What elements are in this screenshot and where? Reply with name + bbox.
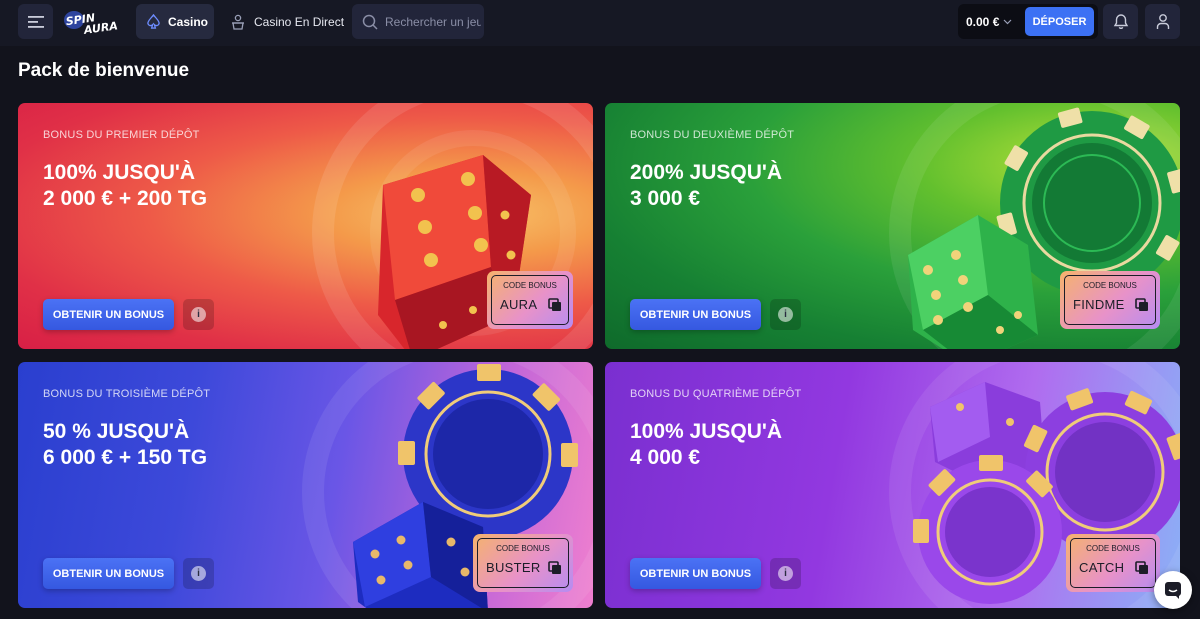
info-icon: i <box>191 307 206 322</box>
top-header: SPIN AURA Casino Casino En Direct 0.00 € <box>0 0 1200 46</box>
headline-line-1: 50 % JUSQU'À <box>43 420 190 443</box>
bonus-code-label: CODE BONUS <box>496 544 550 553</box>
info-icon: i <box>778 307 793 322</box>
copy-icon[interactable] <box>1135 561 1149 575</box>
bonus-code-box[interactable]: CODE BONUS AURA <box>487 271 573 329</box>
chat-icon <box>1165 582 1181 599</box>
wallet: 0.00 € DÉPOSER <box>958 4 1098 39</box>
notifications-button[interactable] <box>1103 4 1138 39</box>
live-dealer-icon <box>232 14 244 30</box>
headline-line-2: 2 000 € + 200 TG <box>43 187 208 210</box>
live-chat-button[interactable] <box>1154 571 1192 609</box>
bonus-code: FINDME <box>1073 297 1125 312</box>
balance-dropdown[interactable]: 0.00 € <box>966 4 1012 39</box>
bonus-code-label: CODE BONUS <box>1083 281 1137 290</box>
bonus-card-1: BONUS DU PREMIER DÉPÔT 100% JUSQU'À 2 00… <box>18 103 593 349</box>
bonus-card-2: BONUS DU DEUXIÈME DÉPÔT 200% JUSQU'À 3 0… <box>605 103 1180 349</box>
profile-button[interactable] <box>1145 4 1180 39</box>
info-button[interactable]: i <box>770 558 801 589</box>
casino-spade-icon <box>147 14 160 29</box>
card-headline: 50 % JUSQU'À 6 000 € + 150 TG <box>43 419 207 471</box>
card-headline: 200% JUSQU'À 3 000 € <box>630 160 782 212</box>
info-icon: i <box>191 566 206 581</box>
copy-icon[interactable] <box>1135 298 1149 312</box>
page-title: Pack de bienvenue <box>18 60 190 81</box>
info-button[interactable]: i <box>183 558 214 589</box>
headline-line-2: 4 000 € <box>630 446 701 469</box>
card-headline: 100% JUSQU'À 4 000 € <box>630 419 782 471</box>
copy-icon[interactable] <box>548 298 562 312</box>
user-icon <box>1156 14 1169 29</box>
get-bonus-button[interactable]: OBTENIR UN BONUS <box>43 299 174 330</box>
deposit-button[interactable]: DÉPOSER <box>1025 7 1094 36</box>
site-logo[interactable]: SPIN AURA <box>62 9 120 37</box>
search-icon <box>362 14 378 30</box>
get-bonus-button[interactable]: OBTENIR UN BONUS <box>630 558 761 589</box>
copy-icon[interactable] <box>548 561 562 575</box>
balance-value: 0.00 € <box>966 14 1000 29</box>
bonus-code: CATCH <box>1079 560 1125 575</box>
info-button[interactable]: i <box>183 299 214 330</box>
search-box[interactable] <box>352 4 484 39</box>
search-input[interactable] <box>385 14 481 29</box>
headline-line-1: 200% JUSQU'À <box>630 161 783 184</box>
menu-button[interactable] <box>18 4 53 39</box>
info-icon: i <box>778 566 793 581</box>
nav-casino-label: Casino <box>168 14 209 29</box>
card-label: BONUS DU DEUXIÈME DÉPÔT <box>630 129 795 141</box>
nav-casino[interactable]: Casino <box>136 4 214 39</box>
card-label: BONUS DU PREMIER DÉPÔT <box>43 129 200 141</box>
headline-line-1: 100% JUSQU'À <box>43 161 196 184</box>
nav-live-label: Casino En Direct <box>254 14 345 29</box>
headline-line-1: 100% JUSQU'À <box>630 420 783 443</box>
bonus-code-box[interactable]: CODE BONUS CATCH <box>1066 534 1160 592</box>
bonus-code-box[interactable]: CODE BONUS FINDME <box>1060 271 1160 329</box>
bonus-card-3: BONUS DU TROISIÈME DÉPÔT 50 % JUSQU'À 6 … <box>18 362 593 608</box>
bonus-code: AURA <box>500 297 538 312</box>
get-bonus-button[interactable]: OBTENIR UN BONUS <box>43 558 174 589</box>
headline-line-2: 6 000 € + 150 TG <box>43 446 208 469</box>
bonus-card-4: BONUS DU QUATRIÈME DÉPÔT 100% JUSQU'À 4 … <box>605 362 1180 608</box>
bonus-code-label: CODE BONUS <box>1086 544 1140 553</box>
get-bonus-button[interactable]: OBTENIR UN BONUS <box>630 299 761 330</box>
card-label: BONUS DU QUATRIÈME DÉPÔT <box>630 388 802 400</box>
headline-line-2: 3 000 € <box>630 187 701 210</box>
bonus-code-label: CODE BONUS <box>503 281 557 290</box>
card-headline: 100% JUSQU'À 2 000 € + 200 TG <box>43 160 207 212</box>
bell-icon <box>1113 14 1128 30</box>
nav-live-casino[interactable]: Casino En Direct <box>230 4 344 39</box>
card-label: BONUS DU TROISIÈME DÉPÔT <box>43 388 211 400</box>
bonus-code: BUSTER <box>486 560 541 575</box>
menu-icon <box>27 15 44 28</box>
chevron-down-icon <box>1003 19 1012 24</box>
bonus-code-box[interactable]: CODE BONUS BUSTER <box>473 534 573 592</box>
info-button[interactable]: i <box>770 299 801 330</box>
